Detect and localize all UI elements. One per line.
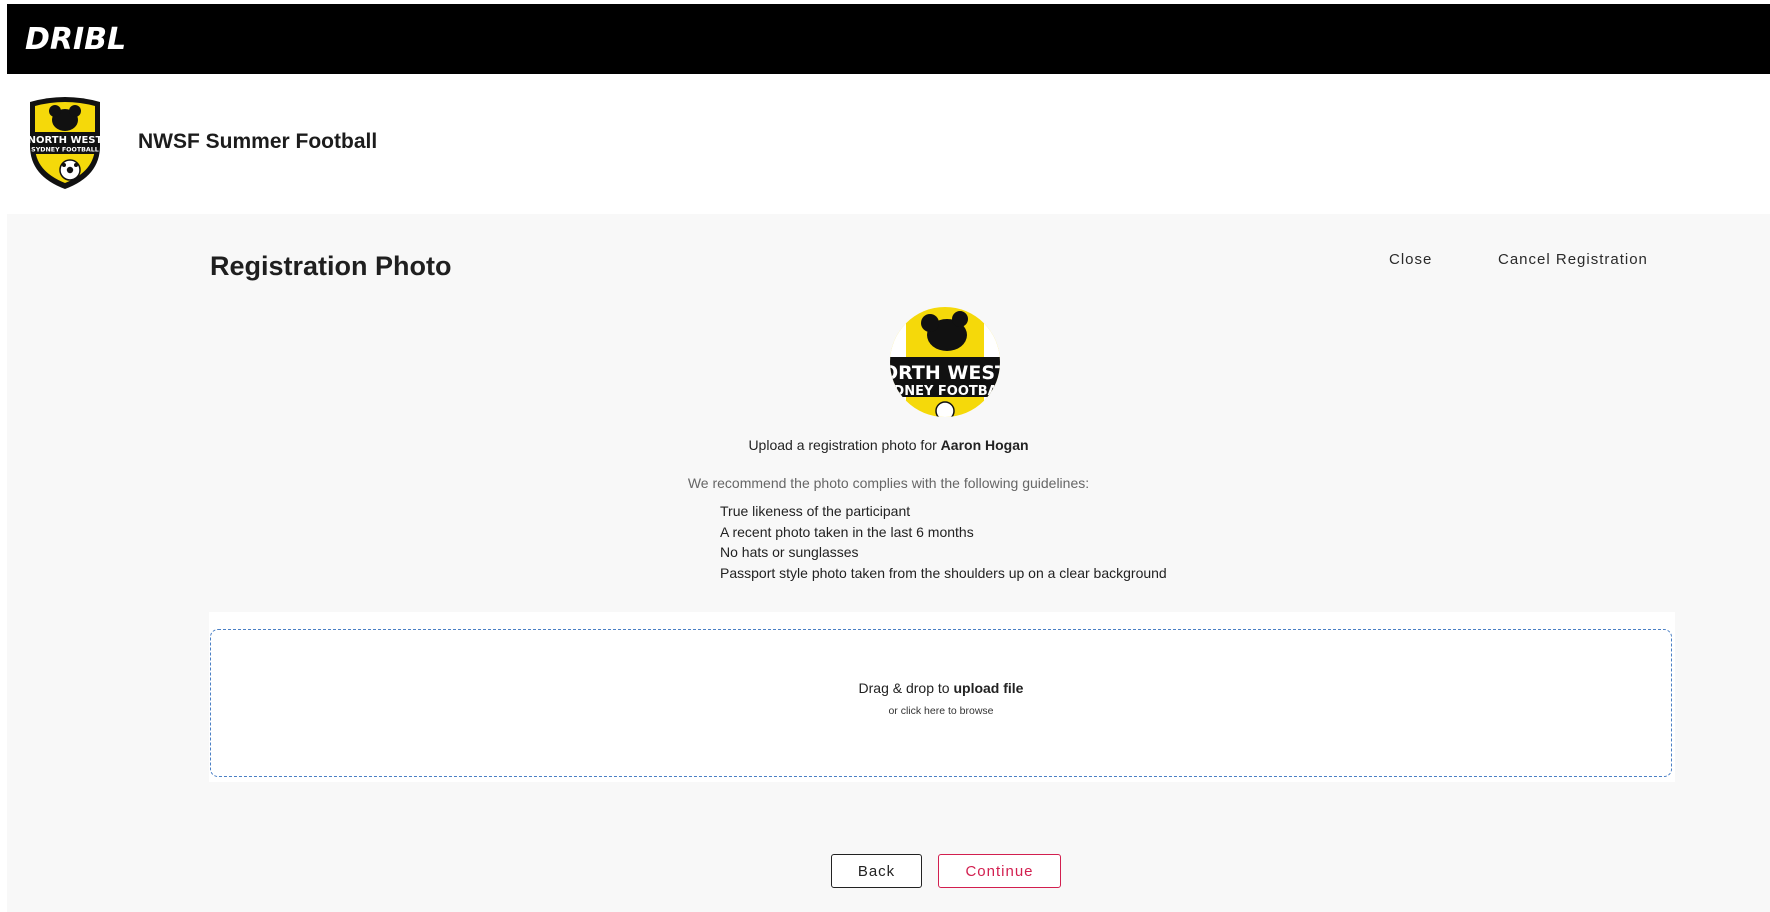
upload-prompt: Upload a registration photo for Aaron Ho… — [7, 437, 1770, 453]
file-dropzone[interactable]: Drag & drop to upload file or click here… — [210, 629, 1672, 777]
continue-button[interactable]: Continue — [938, 854, 1061, 888]
dropzone-title-text: Drag & drop to — [858, 680, 950, 696]
guideline-item: No hats or sunglasses — [720, 544, 859, 560]
dropzone-title: Drag & drop to upload file — [211, 680, 1671, 696]
north-west-sydney-football-crest-icon: NORTH WEST SYDNEY FOOTBALL — [28, 97, 103, 189]
guideline-item: True likeness of the participant — [720, 503, 911, 519]
close-button[interactable]: Close — [1389, 251, 1432, 268]
top-navbar: DRIBL — [7, 4, 1770, 74]
organisation-header: NORTH WEST SYDNEY FOOTBALL NWSF Summer F… — [7, 74, 1770, 214]
registration-photo-panel: Registration Photo Close Cancel Registra… — [7, 214, 1770, 912]
page-title: Registration Photo — [210, 251, 452, 281]
avatar-text-top: ORTH WEST — [890, 362, 1000, 384]
upload-area: Drag & drop to upload file or click here… — [209, 612, 1675, 782]
crest-text-top: NORTH WEST — [28, 135, 103, 146]
upload-prompt-text: Upload a registration photo for — [748, 437, 937, 453]
dropzone-subtitle: or click here to browse — [888, 705, 994, 717]
guideline-item: A recent photo taken in the last 6 month… — [720, 523, 974, 540]
avatar-text-bottom: YDNEY FOOTBAL — [890, 384, 1000, 399]
crest-text-bottom: SYDNEY FOOTBALL — [31, 147, 99, 154]
cancel-registration-button[interactable]: Cancel Registration — [1498, 251, 1648, 268]
dribl-logo[interactable]: DRIBL — [25, 22, 126, 58]
back-button[interactable]: Back — [831, 854, 922, 888]
participant-name: Aaron Hogan — [940, 437, 1029, 453]
organisation-name: NWSF Summer Football — [138, 130, 378, 153]
page: DRIBL NORTH WEST SYDNEY FOOTBALL NWSF Su… — [0, 0, 1770, 912]
guidelines-intro: We recommend the photo complies with the… — [687, 475, 1090, 491]
guideline-item: Passport style photo taken from the shou… — [720, 564, 1167, 581]
koala-avatar-icon: ORTH WEST YDNEY FOOTBAL — [890, 307, 1000, 417]
guidelines-list: True likeness of the participant A recen… — [720, 501, 1167, 583]
dropzone-title-bold: upload file — [953, 680, 1024, 696]
